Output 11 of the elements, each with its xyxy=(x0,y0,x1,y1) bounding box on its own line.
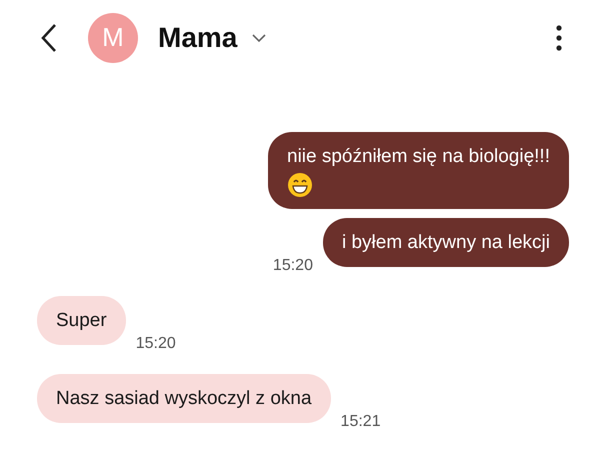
sent-message: i byłem aktywny na lekcji xyxy=(322,218,569,267)
caret-icon[interactable] xyxy=(251,32,268,42)
contact-avatar: M xyxy=(88,12,138,62)
message-time: 15:20 xyxy=(136,335,176,353)
menu-icon[interactable] xyxy=(556,24,562,50)
message-time: 15:21 xyxy=(340,413,381,431)
received-message: Nasz sasiad wyskoczyl z okna xyxy=(37,374,331,423)
message-time: 15:20 xyxy=(272,257,313,275)
received-message: Super xyxy=(37,296,126,345)
contact-name: Mama xyxy=(158,22,238,54)
sent-message: niie spóźniłem się na biologię!!! xyxy=(268,132,569,209)
